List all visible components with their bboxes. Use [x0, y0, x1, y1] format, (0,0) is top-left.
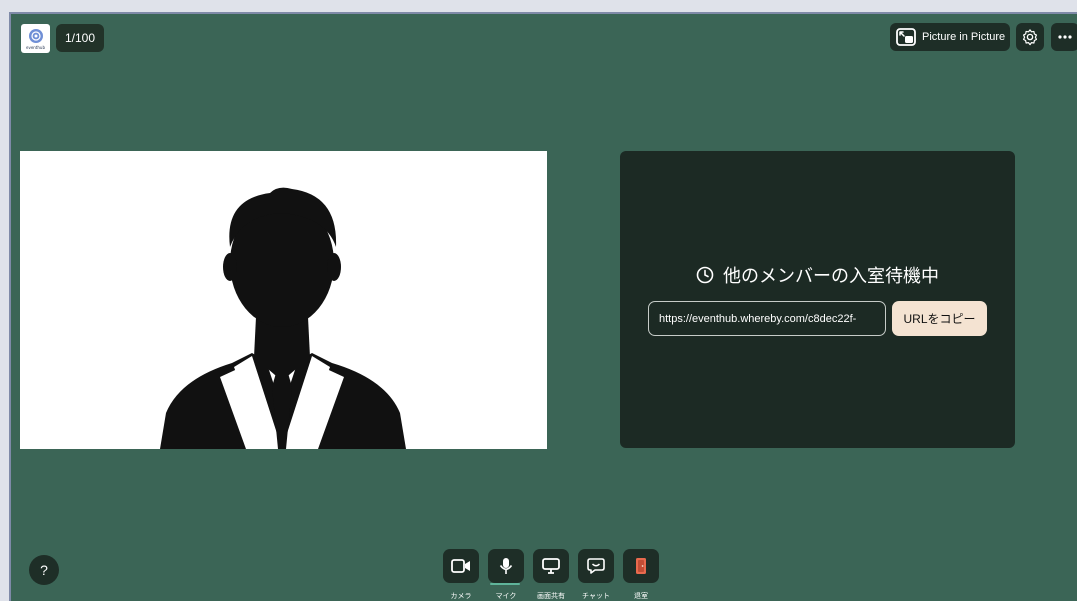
- copy-url-button[interactable]: URLをコピー: [892, 301, 987, 336]
- camera-icon: [451, 559, 470, 573]
- chat-label: チャット: [582, 592, 610, 600]
- more-options-button[interactable]: [1051, 23, 1077, 51]
- picture-in-picture-icon: [896, 28, 916, 46]
- camera-label: カメラ: [450, 592, 472, 600]
- chat-button[interactable]: [578, 549, 614, 583]
- settings-button[interactable]: [1016, 23, 1044, 51]
- share-label: 画面共有: [537, 592, 565, 600]
- picture-in-picture-button[interactable]: Picture in Picture: [890, 23, 1010, 51]
- microphone-button[interactable]: [488, 549, 524, 583]
- screen-share-button[interactable]: [533, 549, 569, 583]
- eventhub-logo-icon: eventhub: [21, 24, 50, 53]
- waiting-heading: 他のメンバーの入室待機中: [620, 262, 1015, 288]
- microphone-icon: [499, 558, 513, 574]
- leave-door-icon: [636, 558, 646, 574]
- clock-icon: [696, 266, 714, 284]
- leave-label: 退室: [634, 592, 648, 600]
- waiting-title-text: 他のメンバーの入室待機中: [723, 266, 939, 287]
- waiting-panel: 他のメンバーの入室待機中 https://eventhub.whereby.co…: [620, 151, 1015, 448]
- screen-share-icon: [542, 558, 560, 574]
- gear-icon: [1022, 29, 1038, 46]
- chat-icon: [587, 558, 605, 574]
- leave-button[interactable]: [623, 549, 659, 583]
- room-url-field[interactable]: https://eventhub.whereby.com/c8dec22f-: [648, 301, 886, 336]
- mic-label: マイク: [495, 592, 517, 600]
- self-video-tile: [20, 151, 547, 449]
- mic-active-indicator: [490, 583, 520, 585]
- logo-mark: [28, 28, 43, 43]
- help-button[interactable]: ?: [29, 555, 59, 585]
- meeting-room: eventhub 1/100 Picture in Picture 他のメンバー…: [9, 12, 1077, 601]
- user-silhouette-icon: [160, 187, 406, 449]
- more-dots-icon: [1058, 35, 1072, 39]
- pip-label: Picture in Picture: [922, 31, 1006, 43]
- logo-text: eventhub: [25, 44, 45, 50]
- participant-count: 1/100: [56, 24, 105, 52]
- camera-button[interactable]: [443, 549, 479, 583]
